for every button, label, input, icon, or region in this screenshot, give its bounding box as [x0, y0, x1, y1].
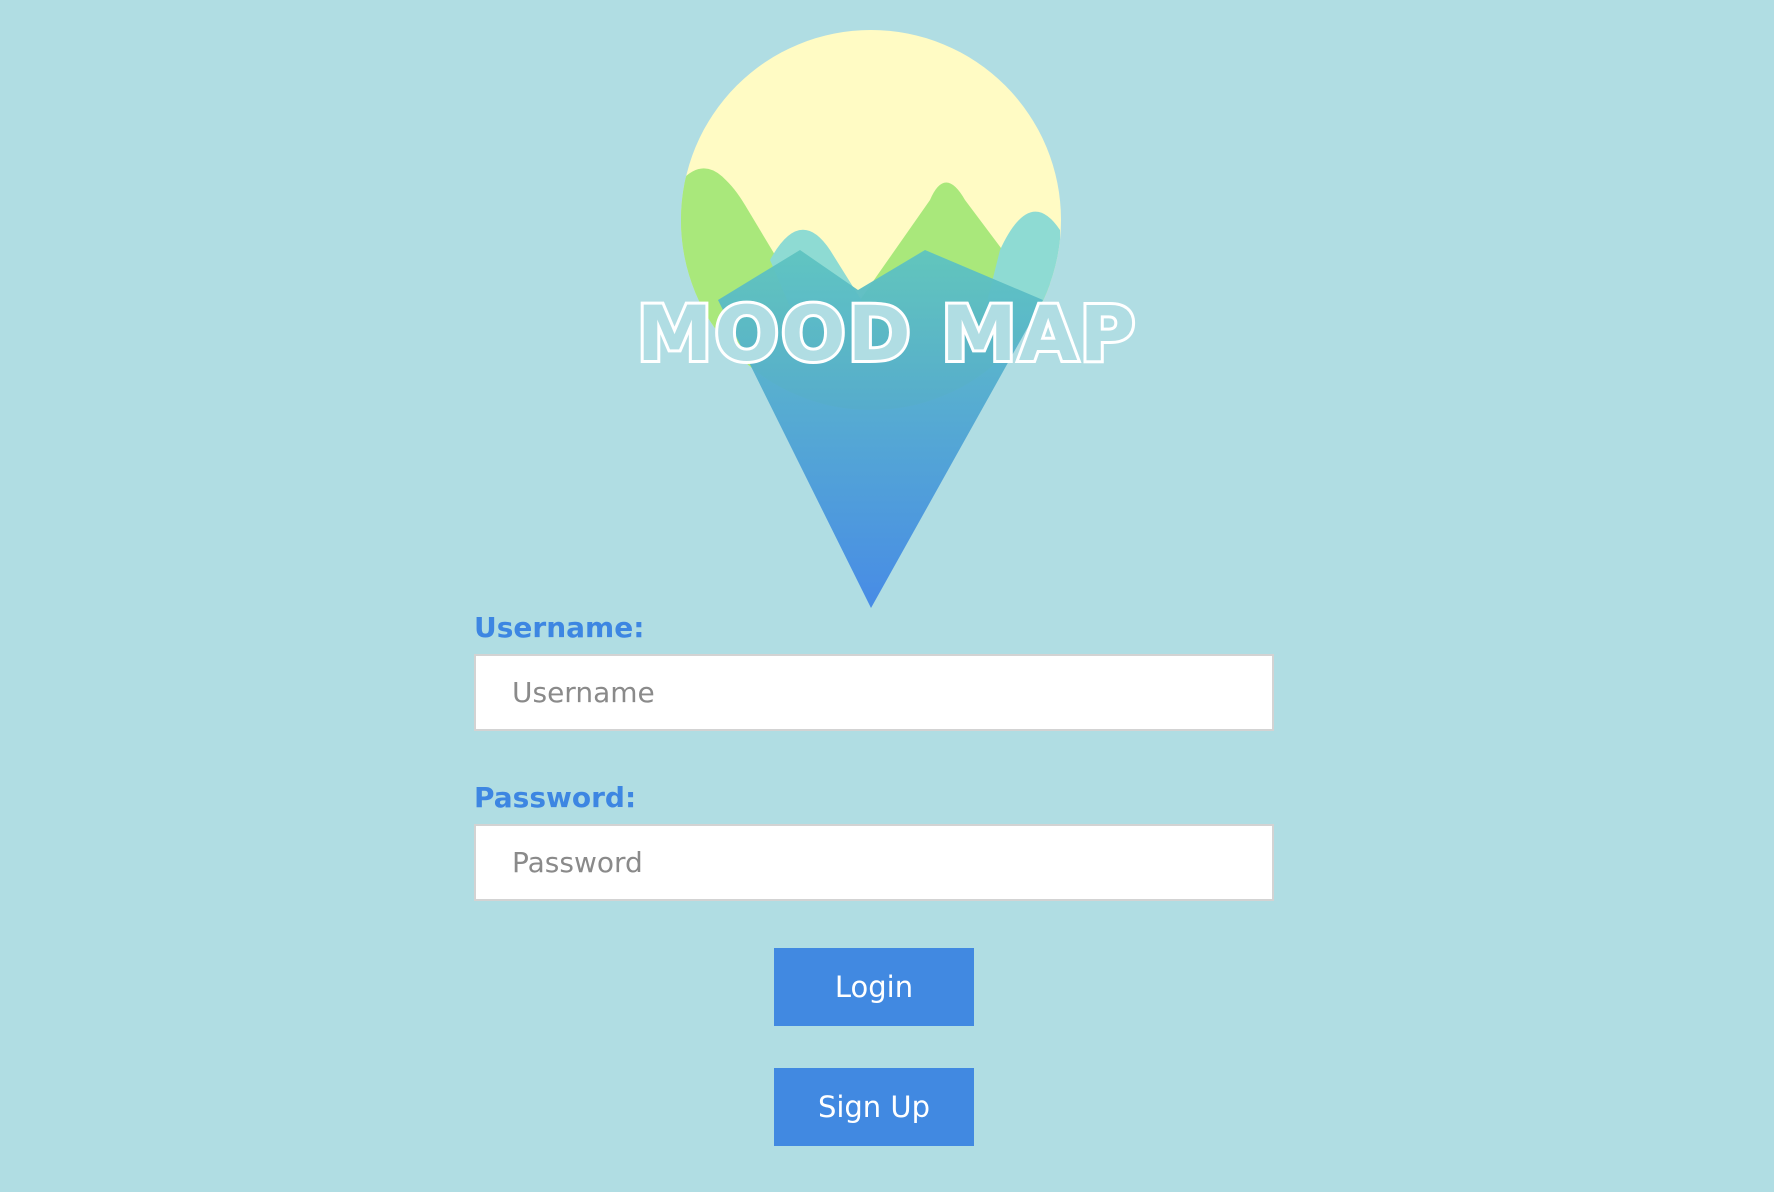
- app-logo: MOOD MAP: [0, 0, 1774, 620]
- password-input[interactable]: [474, 824, 1274, 901]
- signup-button[interactable]: Sign Up: [774, 1068, 974, 1146]
- password-group: Password:: [474, 780, 1274, 901]
- username-group: Username:: [474, 610, 1274, 731]
- login-button[interactable]: Login: [774, 948, 974, 1026]
- password-label: Password:: [474, 781, 637, 814]
- username-input[interactable]: [474, 654, 1274, 731]
- app-title: MOOD MAP: [634, 289, 1139, 378]
- username-label: Username:: [474, 611, 645, 644]
